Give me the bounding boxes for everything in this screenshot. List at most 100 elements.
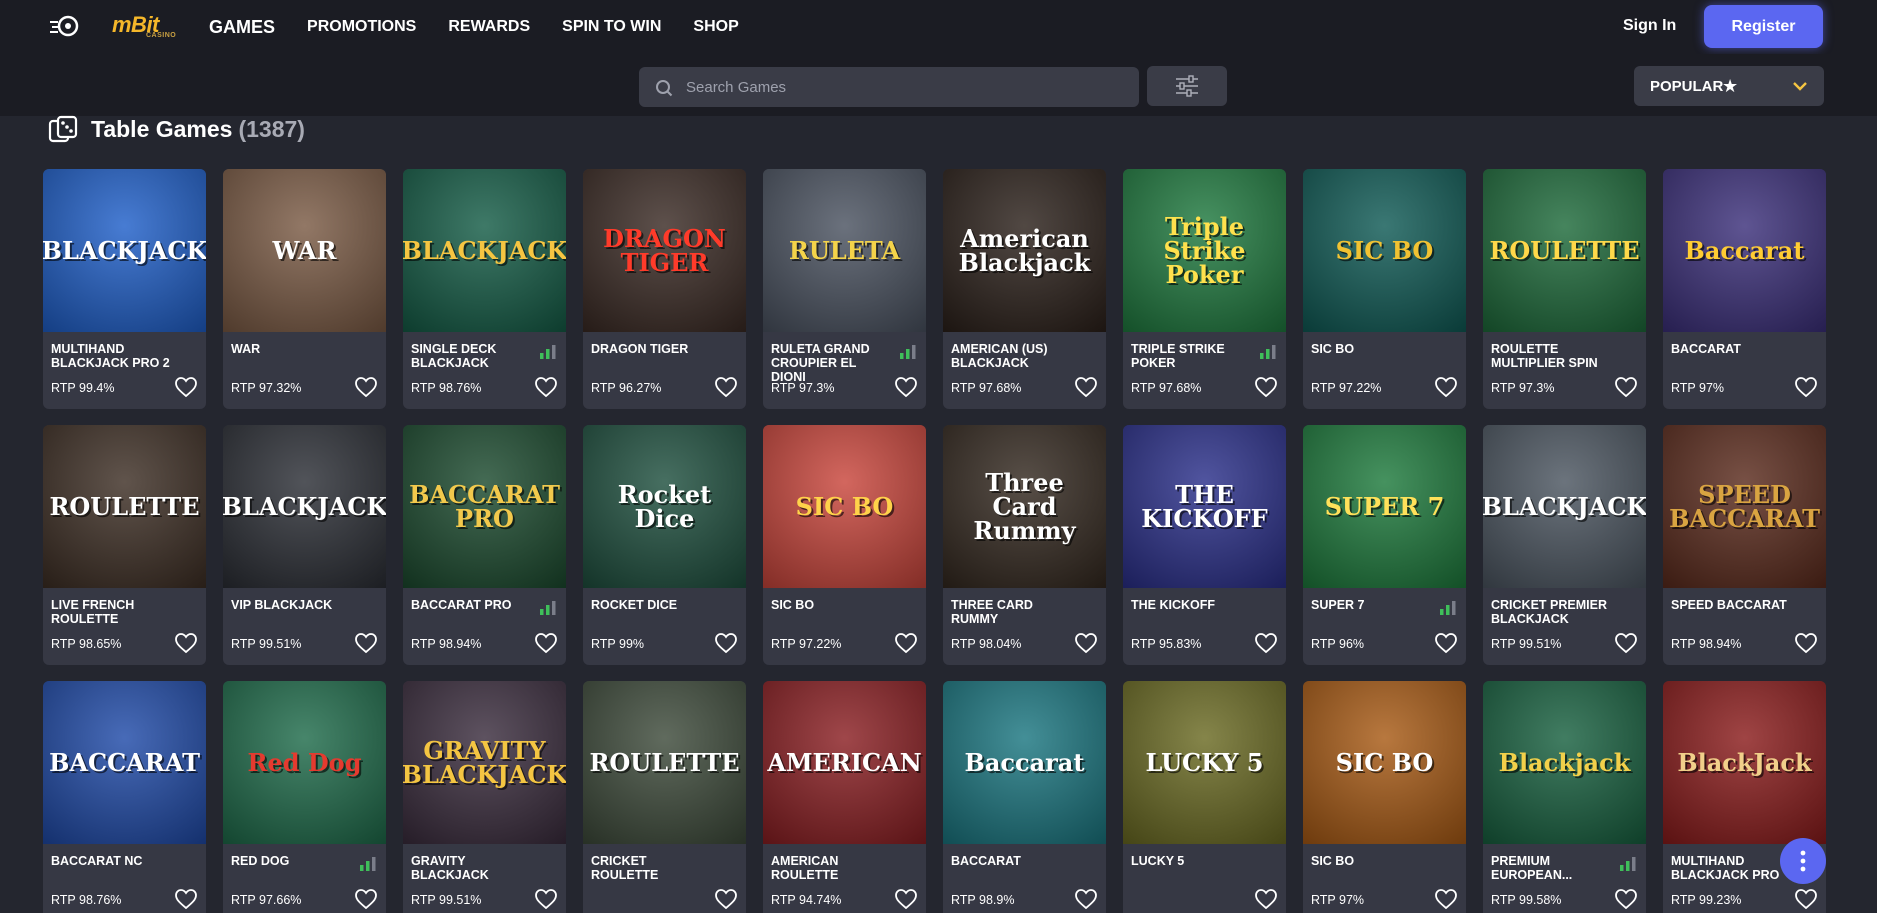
favorite-heart-icon[interactable] <box>1794 888 1818 910</box>
game-card[interactable]: AMERICAN AMERICAN ROULETTE RTP 94.74% <box>763 681 926 913</box>
game-thumbnail[interactable]: ROULETTE <box>583 681 746 844</box>
game-thumbnail[interactable]: SIC BO <box>763 425 926 588</box>
game-thumbnail[interactable]: SPEED BACCARAT <box>1663 425 1826 588</box>
game-thumbnail[interactable]: BLACKJACK <box>1483 425 1646 588</box>
game-thumbnail[interactable]: RULETA <box>763 169 926 332</box>
game-card[interactable]: LUCKY 5 LUCKY 5 <box>1123 681 1286 913</box>
favorite-heart-icon[interactable] <box>1614 888 1638 910</box>
register-button[interactable]: Register <box>1704 5 1823 48</box>
game-thumbnail[interactable]: Red Dog <box>223 681 386 844</box>
favorite-heart-icon[interactable] <box>354 888 378 910</box>
game-thumbnail[interactable]: American Blackjack <box>943 169 1106 332</box>
rocket-logo-icon[interactable] <box>48 13 80 39</box>
game-card[interactable]: Baccarat BACCARAT RTP 97% <box>1663 169 1826 409</box>
favorite-heart-icon[interactable] <box>1074 376 1098 398</box>
game-thumbnail[interactable]: SUPER 7 <box>1303 425 1466 588</box>
game-thumbnail[interactable]: Three Card Rummy <box>943 425 1106 588</box>
game-card[interactable]: BACCARAT PRO BACCARAT PRO RTP 98.94% <box>403 425 566 665</box>
game-thumbnail[interactable]: THE KICKOFF <box>1123 425 1286 588</box>
sort-dropdown[interactable]: POPULAR ★ <box>1634 66 1824 106</box>
game-thumbnail[interactable]: GRAVITY BLACKJACK <box>403 681 566 844</box>
favorite-heart-icon[interactable] <box>894 888 918 910</box>
game-card[interactable]: RULETA RULETA GRAND CROUPIER EL DIONI RTP … <box>763 169 926 409</box>
favorite-heart-icon[interactable] <box>714 888 738 910</box>
game-thumbnail[interactable]: BLACKJACK <box>43 169 206 332</box>
game-card[interactable]: SUPER 7 SUPER 7 RTP 96% <box>1303 425 1466 665</box>
favorite-heart-icon[interactable] <box>1614 632 1638 654</box>
game-card[interactable]: Red Dog RED DOG RTP 97.66% <box>223 681 386 913</box>
game-card[interactable]: Blackjack PREMIUM EUROPEAN... RTP 99.58% <box>1483 681 1646 913</box>
search-input[interactable] <box>686 67 1126 107</box>
game-thumbnail[interactable]: ROULETTE <box>43 425 206 588</box>
game-card[interactable]: GRAVITY BLACKJACK GRAVITY BLACKJACK RTP 99… <box>403 681 566 913</box>
more-options-button[interactable] <box>1780 838 1826 884</box>
game-card[interactable]: SIC BO SIC BO RTP 97.22% <box>1303 169 1466 409</box>
game-card[interactable]: BACCARAT BACCARAT NC RTP 98.76% <box>43 681 206 913</box>
favorite-heart-icon[interactable] <box>714 376 738 398</box>
game-card[interactable]: American Blackjack AMERICAN (US) BLACKJAC… <box>943 169 1106 409</box>
nav-games[interactable]: GAMES <box>209 0 276 58</box>
game-thumbnail[interactable]: BlackJack <box>1663 681 1826 844</box>
favorite-heart-icon[interactable] <box>1434 632 1458 654</box>
favorite-heart-icon[interactable] <box>1614 376 1638 398</box>
favorite-heart-icon[interactable] <box>534 888 558 910</box>
game-thumbnail[interactable]: LUCKY 5 <box>1123 681 1286 844</box>
game-card[interactable]: SPEED BACCARAT SPEED BACCARAT RTP 98.94% <box>1663 425 1826 665</box>
game-card[interactable]: WAR WAR RTP 97.32% <box>223 169 386 409</box>
filter-button[interactable] <box>1147 66 1227 106</box>
game-card[interactable]: ROULETTE CRICKET ROULETTE <box>583 681 746 913</box>
favorite-heart-icon[interactable] <box>1074 632 1098 654</box>
game-card[interactable]: Baccarat BACCARAT RTP 98.9% <box>943 681 1106 913</box>
game-card[interactable]: Triple Strike Poker TRIPLE STRIKE POKER RT… <box>1123 169 1286 409</box>
nav-promotions[interactable]: PROMOTIONS <box>307 0 416 54</box>
nav-rewards[interactable]: REWARDS <box>448 0 530 54</box>
favorite-heart-icon[interactable] <box>1794 632 1818 654</box>
game-card[interactable]: THE KICKOFF THE KICKOFF RTP 95.83% <box>1123 425 1286 665</box>
favorite-heart-icon[interactable] <box>1074 888 1098 910</box>
favorite-heart-icon[interactable] <box>174 376 198 398</box>
nav-spin-to-win[interactable]: SPIN TO WIN <box>562 0 661 54</box>
game-thumbnail[interactable]: Triple Strike Poker <box>1123 169 1286 332</box>
game-thumbnail[interactable]: SIC BO <box>1303 169 1466 332</box>
favorite-heart-icon[interactable] <box>354 632 378 654</box>
game-thumbnail[interactable]: Baccarat <box>943 681 1106 844</box>
game-card[interactable]: SIC BO SIC BO RTP 97% <box>1303 681 1466 913</box>
game-thumbnail[interactable]: WAR <box>223 169 386 332</box>
game-thumbnail[interactable]: AMERICAN <box>763 681 926 844</box>
favorite-heart-icon[interactable] <box>1254 888 1278 910</box>
favorite-heart-icon[interactable] <box>174 888 198 910</box>
game-thumbnail[interactable]: BLACKJACK <box>223 425 386 588</box>
favorite-heart-icon[interactable] <box>1434 888 1458 910</box>
game-card[interactable]: ROULETTE ROULETTE MULTIPLIER SPIN RTP 97.3… <box>1483 169 1646 409</box>
game-card[interactable]: BLACKJACK SINGLE DECK BLACKJACK RTP 98.76% <box>403 169 566 409</box>
game-thumbnail[interactable]: Baccarat <box>1663 169 1826 332</box>
favorite-heart-icon[interactable] <box>714 632 738 654</box>
game-card[interactable]: DRAGON TIGER DRAGON TIGER RTP 96.27% <box>583 169 746 409</box>
game-thumbnail[interactable]: DRAGON TIGER <box>583 169 746 332</box>
favorite-heart-icon[interactable] <box>534 376 558 398</box>
game-thumbnail[interactable]: BACCARAT <box>43 681 206 844</box>
favorite-heart-icon[interactable] <box>894 376 918 398</box>
brand-logo[interactable]: mBit CASINO <box>112 12 176 39</box>
game-card[interactable]: Three Card Rummy THREE CARD RUMMY RTP 98.0… <box>943 425 1106 665</box>
game-card[interactable]: BLACKJACK VIP BLACKJACK RTP 99.51% <box>223 425 386 665</box>
sign-in-link[interactable]: Sign In <box>1623 17 1676 35</box>
search-bar[interactable] <box>639 67 1139 107</box>
game-thumbnail[interactable]: Rocket Dice <box>583 425 746 588</box>
game-card[interactable]: BLACKJACK MULTIHAND BLACKJACK PRO 2 RTP 99… <box>43 169 206 409</box>
game-card[interactable]: SIC BO SIC BO RTP 97.22% <box>763 425 926 665</box>
game-card[interactable]: ROULETTE LIVE FRENCH ROULETTE RTP 98.65% <box>43 425 206 665</box>
favorite-heart-icon[interactable] <box>1254 376 1278 398</box>
favorite-heart-icon[interactable] <box>174 632 198 654</box>
game-thumbnail[interactable]: SIC BO <box>1303 681 1466 844</box>
favorite-heart-icon[interactable] <box>1254 632 1278 654</box>
game-thumbnail[interactable]: ROULETTE <box>1483 169 1646 332</box>
favorite-heart-icon[interactable] <box>1434 376 1458 398</box>
game-thumbnail[interactable]: BLACKJACK <box>403 169 566 332</box>
game-card[interactable]: BLACKJACK CRICKET PREMIER BLACKJACK RTP 99… <box>1483 425 1646 665</box>
game-thumbnail[interactable]: Blackjack <box>1483 681 1646 844</box>
game-card[interactable]: Rocket Dice ROCKET DICE RTP 99% <box>583 425 746 665</box>
favorite-heart-icon[interactable] <box>534 632 558 654</box>
favorite-heart-icon[interactable] <box>354 376 378 398</box>
favorite-heart-icon[interactable] <box>894 632 918 654</box>
